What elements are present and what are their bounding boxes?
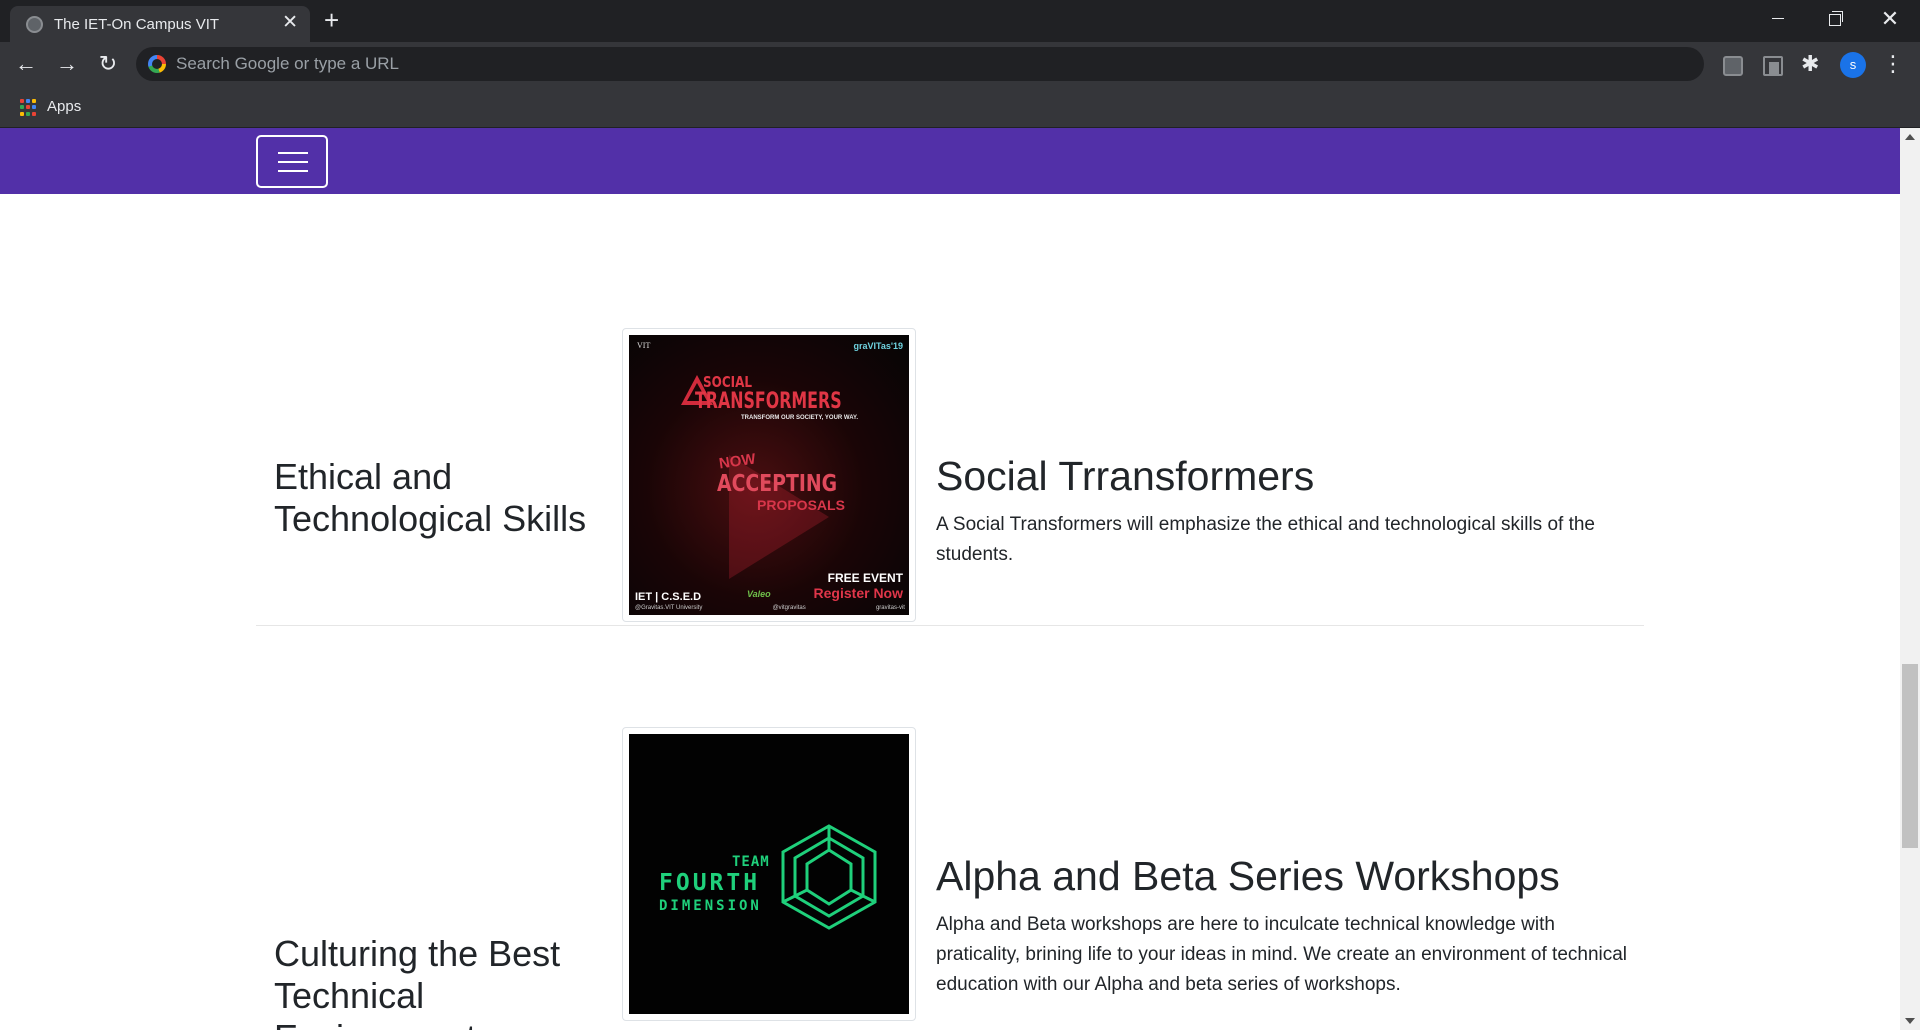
forward-icon[interactable]: → [53, 50, 81, 78]
event-section: Culturing the Best Technical Environment… [256, 628, 1644, 1030]
bookmark-apps[interactable]: Apps [47, 98, 81, 115]
event-title: Social Trransformers [936, 453, 1315, 499]
close-window-button[interactable]: ✕ [1862, 0, 1918, 38]
poster-subtitle: TRANSFORM OUR SOCIETY, YOUR WAY. [741, 415, 859, 421]
poster-footer: @Gravitas.VIT University @vitgravitas gr… [635, 605, 905, 611]
poster-team: TEAM [732, 854, 770, 870]
poster-register: Register Now [813, 585, 903, 601]
site-navbar [0, 128, 1900, 194]
address-bar[interactable] [136, 47, 1704, 81]
scrollbar-thumb[interactable] [1902, 664, 1918, 848]
browser-toolbar: ← → ↻ ✱ s ⋮ [0, 42, 1920, 86]
reload-icon[interactable]: ↻ [94, 50, 122, 78]
scroll-down-icon[interactable] [1905, 1018, 1915, 1024]
poster-brand-text: graVITas'19 [853, 341, 904, 351]
poster-footer-right: gravitas-vit [875, 605, 905, 611]
apps-grid-icon[interactable] [20, 99, 37, 116]
poster-sponsor: Valeo [747, 589, 771, 599]
back-icon[interactable]: ← [12, 50, 40, 78]
poster-image: TEAM FOURTH DIMENSION [629, 734, 909, 1014]
poster-footer-left: @Gravitas.VIT University [635, 605, 703, 611]
poster-org: IET | C.S.E.D [635, 591, 702, 603]
event-title: Alpha and Beta Series Workshops [936, 853, 1560, 899]
poster-title-line2: TRANSFORMERS [695, 389, 842, 414]
puzzle-icon[interactable]: ✱ [1801, 52, 1821, 76]
address-input[interactable] [176, 47, 1676, 81]
tab-title: The IET-On Campus VIT [54, 16, 220, 33]
poster-logo-text: VIT [637, 341, 651, 350]
poster-accepting: ACCEPTING [717, 471, 838, 497]
page-viewport: Ethical and Technological Skills VIT gra… [0, 128, 1900, 1030]
poster-dimension: DIMENSION [659, 898, 762, 914]
page-scrollbar[interactable] [1900, 128, 1920, 1030]
extension-icon[interactable] [1763, 56, 1783, 76]
bookmarks-bar: Apps [0, 86, 1920, 128]
minimize-button[interactable] [1750, 0, 1806, 38]
browser-tab[interactable]: The IET-On Campus VIT ✕ [10, 6, 310, 42]
kebab-menu-icon[interactable]: ⋮ [1882, 52, 1904, 76]
browser-title-bar: The IET-On Campus VIT ✕ + ✕ [0, 0, 1920, 42]
event-poster: VIT graVITas'19 SOCIAL TRANSFORMERS TRAN… [622, 328, 916, 622]
extension-icon[interactable] [1723, 56, 1743, 76]
poster-fourth: FOURTH [659, 870, 761, 896]
event-description: Alpha and Beta workshops are here to inc… [936, 914, 1628, 995]
hamburger-menu-button[interactable] [256, 135, 328, 188]
event-poster: TEAM FOURTH DIMENSION [622, 727, 916, 1021]
poster-image: VIT graVITas'19 SOCIAL TRANSFORMERS TRAN… [629, 335, 909, 615]
scroll-up-icon[interactable] [1905, 134, 1915, 140]
profile-avatar[interactable]: s [1840, 52, 1866, 78]
cube-logo-icon [781, 824, 877, 930]
poster-footer-mid: @vitgravitas [772, 605, 806, 611]
event-description: A Social Transformers will emphasize the… [936, 514, 1595, 565]
close-tab-icon[interactable]: ✕ [282, 12, 298, 34]
side-heading: Ethical and Technological Skills [274, 456, 587, 539]
new-tab-button[interactable]: + [324, 7, 339, 33]
poster-proposals: PROPOSALS [757, 497, 845, 513]
event-section: Ethical and Technological Skills VIT gra… [256, 228, 1644, 658]
side-heading: Culturing the Best Technical Environment [274, 933, 561, 1030]
poster-free-event: FREE EVENT [827, 571, 903, 585]
globe-icon [26, 16, 43, 33]
google-icon [148, 55, 166, 73]
restore-button[interactable] [1806, 0, 1862, 38]
section-divider [256, 625, 1644, 626]
